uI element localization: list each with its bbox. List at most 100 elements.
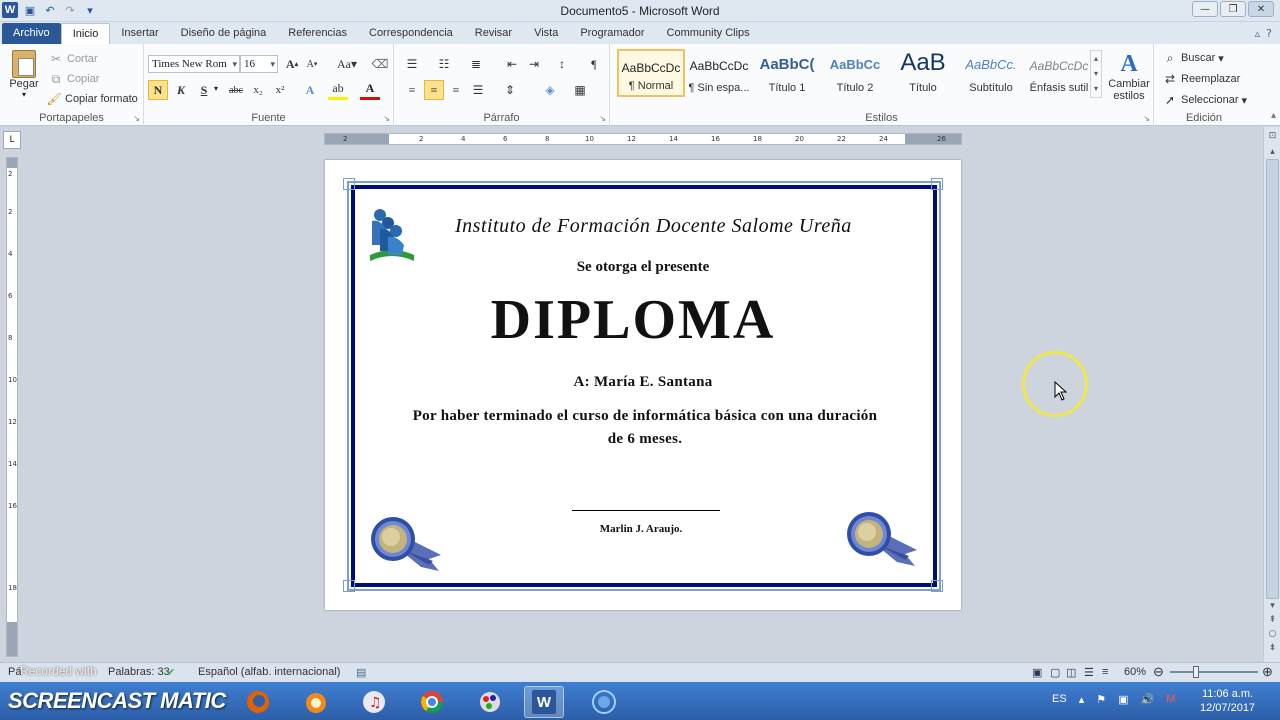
chevron-down-icon[interactable]: ▾ [214, 84, 218, 93]
change-case-button[interactable]: Aa ▾ [334, 54, 360, 74]
action-center-flag-icon[interactable]: ⚑ [1096, 693, 1106, 706]
taskbar-clock[interactable]: 11:06 a.m. 12/07/2017 [1200, 687, 1255, 715]
tab-programador[interactable]: Programador [569, 23, 655, 44]
styles-scroll[interactable]: ▴ ▾ ▾ [1090, 50, 1102, 98]
multilevel-list-icon[interactable]: ≣ [466, 54, 486, 74]
underline-button[interactable]: S [194, 80, 214, 100]
firefox-icon[interactable] [238, 686, 278, 718]
style-titulo-1[interactable]: AaBbC(Título 1 [753, 49, 821, 97]
proofing-icon[interactable]: ✔ [166, 666, 175, 679]
app-icon[interactable] [296, 686, 336, 718]
decrease-indent-icon[interactable]: ⇤ [502, 54, 522, 74]
tab-correspondencia[interactable]: Correspondencia [358, 23, 464, 44]
zoom-in-icon[interactable]: ⊕ [1262, 664, 1273, 680]
borders-icon[interactable]: ▦ [570, 80, 590, 100]
highlight-icon[interactable]: ab [328, 80, 348, 100]
style-titulo[interactable]: AaB Título [889, 49, 957, 97]
line-spacing-icon[interactable]: ⇕ [500, 80, 520, 100]
show-marks-icon[interactable]: ¶ [584, 54, 604, 74]
format-painter-button[interactable]: 🖌 Copiar formato [46, 91, 137, 107]
draft-icon[interactable]: ≡ [1102, 666, 1108, 678]
tab-revisar[interactable]: Revisar [464, 23, 523, 44]
align-right-icon[interactable]: ≡ [446, 80, 466, 100]
scroll-thumb[interactable] [1266, 159, 1279, 599]
language-status[interactable]: Español (alfab. internacional) [198, 666, 340, 678]
vertical-ruler[interactable]: 2 2 4 6 8 10 12 14 16 18 [6, 157, 18, 657]
style-sin-espaciado[interactable]: AaBbCcDc ¶ Sin espa... [685, 49, 753, 97]
word-count[interactable]: Palabras: 33 [108, 666, 170, 678]
document-page[interactable]: Instituto de Formación Docente Salome Ur… [325, 160, 961, 610]
shading-icon[interactable]: ◈ [540, 80, 560, 100]
word-taskbar-icon[interactable]: W [524, 686, 564, 718]
style-titulo-2[interactable]: AaBbCc Título 2 [821, 49, 889, 97]
italic-button[interactable]: K [171, 80, 191, 100]
macro-recording-icon[interactable]: ▤ [356, 666, 366, 679]
ruler-toggle-icon[interactable]: ⊡ [1266, 131, 1279, 141]
collapse-ribbon-icon[interactable]: ▴ [1271, 110, 1276, 121]
dialog-launcher-icon[interactable]: ↘ [383, 114, 390, 123]
language-indicator[interactable]: ES [1052, 693, 1067, 706]
outline-icon[interactable]: ☰ [1084, 666, 1094, 679]
numbering-icon[interactable]: ☷ [434, 54, 454, 74]
sort-icon[interactable]: ↕ [552, 54, 572, 74]
minimize-icon[interactable]: — [1192, 1, 1218, 17]
close-icon[interactable]: ✕ [1248, 1, 1274, 17]
text-effects-icon[interactable]: A [300, 80, 320, 100]
strikethrough-button[interactable]: abc [226, 80, 246, 100]
align-left-icon[interactable]: ≡ [402, 80, 422, 100]
tab-diseno-pagina[interactable]: Diseño de página [170, 23, 278, 44]
superscript-button[interactable]: x² [270, 80, 290, 100]
vertical-scrollbar[interactable]: ⊡ ▴ ▾ ⇞ ○ ⇟ [1263, 127, 1280, 662]
previous-page-icon[interactable]: ⇞ [1266, 615, 1279, 625]
grow-font-button[interactable]: A ▴ [282, 54, 302, 74]
tab-community-clips[interactable]: Community Clips [656, 23, 761, 44]
show-hidden-icons-icon[interactable]: ▴ [1079, 693, 1085, 706]
dialog-launcher-icon[interactable]: ↘ [1143, 114, 1150, 123]
tab-inicio[interactable]: Inicio [60, 23, 111, 44]
help-icon[interactable]: ? [1266, 27, 1272, 40]
recipient-name[interactable]: A: María E. Santana [325, 374, 961, 391]
minimize-ribbon-icon[interactable]: ▵ [1255, 27, 1261, 40]
network-icon[interactable]: ▣ [1118, 693, 1128, 706]
bullets-icon[interactable]: ☰ [402, 54, 422, 74]
select-button[interactable]: ➚ Seleccionar ▾ [1162, 92, 1247, 108]
scroll-down-icon[interactable]: ▾ [1266, 601, 1279, 611]
align-center-icon[interactable]: ≡ [424, 80, 444, 100]
zoom-out-icon[interactable]: ⊖ [1153, 664, 1164, 680]
paint-icon[interactable] [470, 686, 510, 718]
cut-button[interactable]: ✂ Cortar [48, 51, 98, 67]
web-layout-icon[interactable]: ◫ [1066, 666, 1076, 679]
reason-text[interactable]: Por haber terminado el curso de informát… [405, 405, 885, 451]
scroll-up-icon[interactable]: ▴ [1266, 147, 1279, 157]
style-normal[interactable]: AaBbCcDc ¶ Normal [617, 49, 685, 97]
antivirus-icon[interactable]: M [1166, 693, 1175, 706]
intro-text[interactable]: Se otorga el presente [325, 259, 961, 276]
clear-format-icon[interactable]: ⌫ [370, 54, 390, 74]
copy-button[interactable]: ⧉ Copiar [48, 71, 100, 87]
increase-indent-icon[interactable]: ⇥ [524, 54, 544, 74]
justify-icon[interactable]: ☰ [468, 80, 488, 100]
font-color-icon[interactable]: A [360, 80, 380, 100]
browse-object-icon[interactable]: ○ [1266, 629, 1279, 639]
diploma-heading[interactable]: DIPLOMA [315, 288, 951, 352]
style-enfasis-sutil[interactable]: AaBbCcDc Énfasis sutil [1025, 49, 1093, 97]
shrink-font-button[interactable]: A ▾ [302, 54, 322, 74]
restore-icon[interactable]: ❐ [1220, 1, 1246, 17]
dialog-launcher-icon[interactable]: ↘ [133, 114, 140, 123]
zoom-slider-thumb[interactable] [1193, 666, 1199, 678]
institute-name[interactable]: Instituto de Formación Docente Salome Ur… [455, 215, 875, 238]
font-size-combo[interactable]: 16 [240, 55, 278, 73]
tab-vista[interactable]: Vista [523, 23, 569, 44]
style-subtitulo[interactable]: AaBbCc. Subtítulo [957, 49, 1025, 97]
zoom-level[interactable]: 60% [1124, 666, 1146, 678]
change-styles-button[interactable]: A Cambiar estilos [1106, 50, 1152, 102]
find-button[interactable]: ⌕ Buscar ▾ [1162, 50, 1224, 66]
tab-selector[interactable]: L [3, 131, 21, 149]
tab-archivo[interactable]: Archivo [2, 23, 61, 44]
full-screen-reading-icon[interactable]: ▢ [1050, 666, 1060, 679]
paste-button[interactable]: Pegar ▾ [6, 50, 42, 99]
font-name-combo[interactable]: Times New Rom [148, 55, 240, 73]
bold-button[interactable]: N [148, 80, 168, 100]
recording-icon[interactable] [584, 686, 624, 718]
subscript-button[interactable]: x₂ [248, 80, 268, 100]
